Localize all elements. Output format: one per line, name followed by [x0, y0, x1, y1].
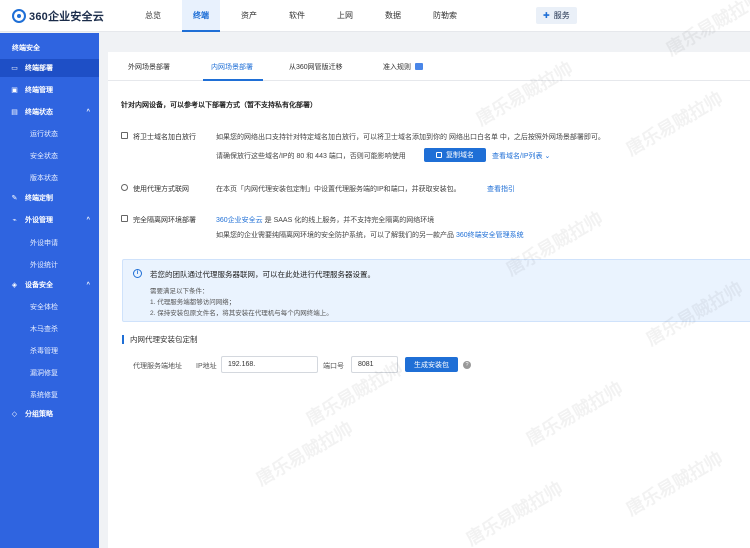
sidebar-item-deploy[interactable]: ▭ 终端部署 [0, 59, 99, 77]
copy-icon [436, 152, 442, 158]
service-button[interactable]: ✚ 服务 [536, 7, 577, 24]
sidebar-item-label: 外设管理 [25, 217, 53, 224]
tab-internal-deploy[interactable]: 内网场景部署 [211, 62, 253, 72]
sidebar-sub-vuln[interactable]: 漏洞修复 [30, 368, 58, 378]
view-domain-list-link[interactable]: 查看域名/IP列表 ⌄ [492, 151, 550, 161]
sidebar-item-label: 分组策略 [25, 411, 53, 418]
sidebar-title: 终端安全 [12, 45, 40, 52]
chevron-up-icon: ^ [86, 109, 90, 115]
info-icon: i [133, 269, 142, 278]
generate-package-button[interactable]: 生成安装包 [405, 357, 458, 372]
section-isolated-line2: 如果您的企业需要纯隔离网环境的安全防护系统，可以了解我们的另一款产品 360终端… [216, 230, 524, 240]
ip-address-input[interactable]: 192.168. [221, 356, 318, 373]
sidebar-item-manage[interactable]: ▣ 终端管理 [0, 81, 99, 99]
sidebar-item-label: 终端状态 [25, 109, 53, 116]
copy-domain-button[interactable]: 复制域名 [424, 148, 486, 162]
onprem-product-link[interactable]: 360终端安全管理系统 [456, 232, 524, 239]
proxy-section-title: 内网代理安装包定制 [122, 335, 198, 344]
section-proxy-label: 使用代理方式联网 [133, 186, 189, 193]
info-sub-conditions: 需要满足以下条件： [150, 288, 209, 295]
port-label: 端口号 [323, 363, 344, 370]
section-isolated-line2-text: 如果您的企业需要纯隔离网环境的安全防护系统，可以了解我们的另一款产品 [216, 232, 456, 239]
isolation-icon [121, 215, 132, 223]
sidebar-sub-security[interactable]: 安全状态 [30, 151, 58, 161]
topnav-overview[interactable]: 总览 [134, 0, 172, 32]
topnav-software[interactable]: 软件 [278, 0, 316, 32]
tab-bar: 外网场景部署 内网场景部署 从360网管版迁移 准入规则 [108, 52, 750, 81]
logo-text: 360企业安全云 [29, 11, 104, 23]
ip-label: IP地址 [196, 363, 217, 370]
active-tab-indicator [203, 79, 263, 81]
monitor-icon: ▣ [11, 86, 18, 94]
sidebar-item-device-security[interactable]: ◈ 设备安全 ^ [0, 276, 99, 294]
puzzle-icon: ✚ [543, 11, 550, 20]
sidebar-item-label: 终端管理 [25, 87, 53, 94]
sidebar-sub-system-repair[interactable]: 系统修复 [30, 390, 58, 400]
main-panel: 外网场景部署 内网场景部署 从360网管版迁移 准入规则 针对内网设备，可以参考… [108, 52, 750, 548]
proxy-address-label: 代理服务端地址 [133, 363, 182, 370]
sidebar-sub-peripheral-apply[interactable]: 外设申请 [30, 238, 58, 248]
sidebar-sub-peripheral-stats[interactable]: 外设统计 [30, 260, 58, 270]
usb-icon: ⌁ [12, 216, 17, 224]
proxy-info-box: i 若您的团队通过代理服务器联网，可以在此处进行代理服务器设置。 需要满足以下条… [122, 259, 750, 322]
saas-product-link[interactable]: 360企业安全云 [216, 217, 263, 224]
section-whitelist-desc: 如果您的网络出口支持针对特定域名加白放行，可以将卫士域名添加到你的 网络出口白名… [216, 134, 605, 141]
port-input[interactable]: 8081 [351, 356, 398, 373]
tab-migrate[interactable]: 从360网管版迁移 [289, 62, 343, 72]
view-guide-link[interactable]: 查看指引 [487, 184, 515, 194]
help-icon[interactable]: ? [463, 361, 471, 369]
top-nav: 总览 终端 资产 软件 上网 数据 防勒索 [134, 0, 478, 32]
copy-domain-label: 复制域名 [446, 152, 474, 159]
section-proxy-desc: 在本页「内网代理安装包定制」中设置代理服务端的IP和端口，并获取安装包。 [216, 186, 461, 193]
tab-access-rules-label: 准入规则 [383, 64, 411, 71]
logo[interactable]: 360企业安全云 [12, 8, 104, 24]
tab-access-rules[interactable]: 准入规则 [383, 62, 423, 72]
sidebar-item-label: 设备安全 [25, 282, 53, 289]
topnav-assets[interactable]: 资产 [230, 0, 268, 32]
section-whitelist-ports: 请确保放行这些域名/IP的 80 和 443 端口，否则可能影响使用 [216, 153, 406, 160]
chevron-up-icon: ^ [86, 217, 90, 223]
sidebar-sub-trojan[interactable]: 木马查杀 [30, 324, 58, 334]
sidebar-item-label: 终端定制 [25, 195, 53, 202]
edit-icon: ✎ [11, 194, 18, 202]
deploy-icon: ▭ [11, 64, 18, 72]
tab-external-deploy[interactable]: 外网场景部署 [128, 62, 170, 72]
sidebar-sub-antivirus[interactable]: 杀毒管理 [30, 346, 58, 356]
info-sub-item-2: 2. 保持安装包原文件名，将其安装在代理机与每个内网终端上。 [150, 310, 333, 317]
logo-icon [12, 9, 26, 23]
shield-icon: ◈ [11, 281, 18, 289]
service-button-label: 服务 [553, 11, 570, 20]
section-isolated-label: 完全隔离网环境部署 [133, 217, 196, 224]
status-icon: ▤ [11, 108, 18, 116]
new-badge-icon [415, 63, 423, 70]
sidebar-item-group-policy[interactable]: ◇ 分组策略 [0, 405, 99, 423]
section-whitelist-label: 将卫士域名加白放行 [133, 134, 196, 141]
sidebar: 终端安全 ▭ 终端部署 ▣ 终端管理 ▤ 终端状态 ^ 运行状态 安全状态 版本… [0, 33, 99, 548]
chevron-up-icon: ^ [86, 282, 90, 288]
sidebar-item-custom[interactable]: ✎ 终端定制 [0, 189, 99, 207]
info-sub-item-1: 1. 代理服务端都够访问网络； [150, 299, 236, 306]
sidebar-sub-version[interactable]: 版本状态 [30, 173, 58, 183]
whitelist-icon [121, 132, 132, 140]
sidebar-item-peripheral[interactable]: ⌁ 外设管理 ^ [0, 211, 99, 229]
globe-icon [121, 184, 132, 192]
layers-icon: ◇ [11, 410, 18, 418]
topnav-internet[interactable]: 上网 [326, 0, 364, 32]
topnav-data[interactable]: 数据 [374, 0, 412, 32]
section-isolated-line1-text: 是 SAAS 化的线上服务，并不支持完全隔离的网络环境 [262, 217, 435, 224]
sidebar-sub-running[interactable]: 运行状态 [30, 129, 58, 139]
top-bar: 360企业安全云 总览 终端 资产 软件 上网 数据 防勒索 ✚ 服务 [0, 0, 750, 32]
section-isolated-line1: 360企业安全云 是 SAAS 化的线上服务，并不支持完全隔离的网络环境 [216, 215, 434, 225]
page-heading: 针对内网设备，可以参考以下部署方式（暂不支持私有化部署） [121, 102, 317, 109]
topnav-terminal[interactable]: 终端 [182, 0, 220, 32]
topnav-anti-ransom[interactable]: 防勒索 [422, 0, 468, 32]
sidebar-sub-checkup[interactable]: 安全体检 [30, 302, 58, 312]
sidebar-item-status[interactable]: ▤ 终端状态 ^ [0, 103, 99, 121]
sidebar-item-label: 终端部署 [25, 65, 53, 72]
info-main-text: 若您的团队通过代理服务器联网，可以在此处进行代理服务器设置。 [150, 270, 375, 279]
